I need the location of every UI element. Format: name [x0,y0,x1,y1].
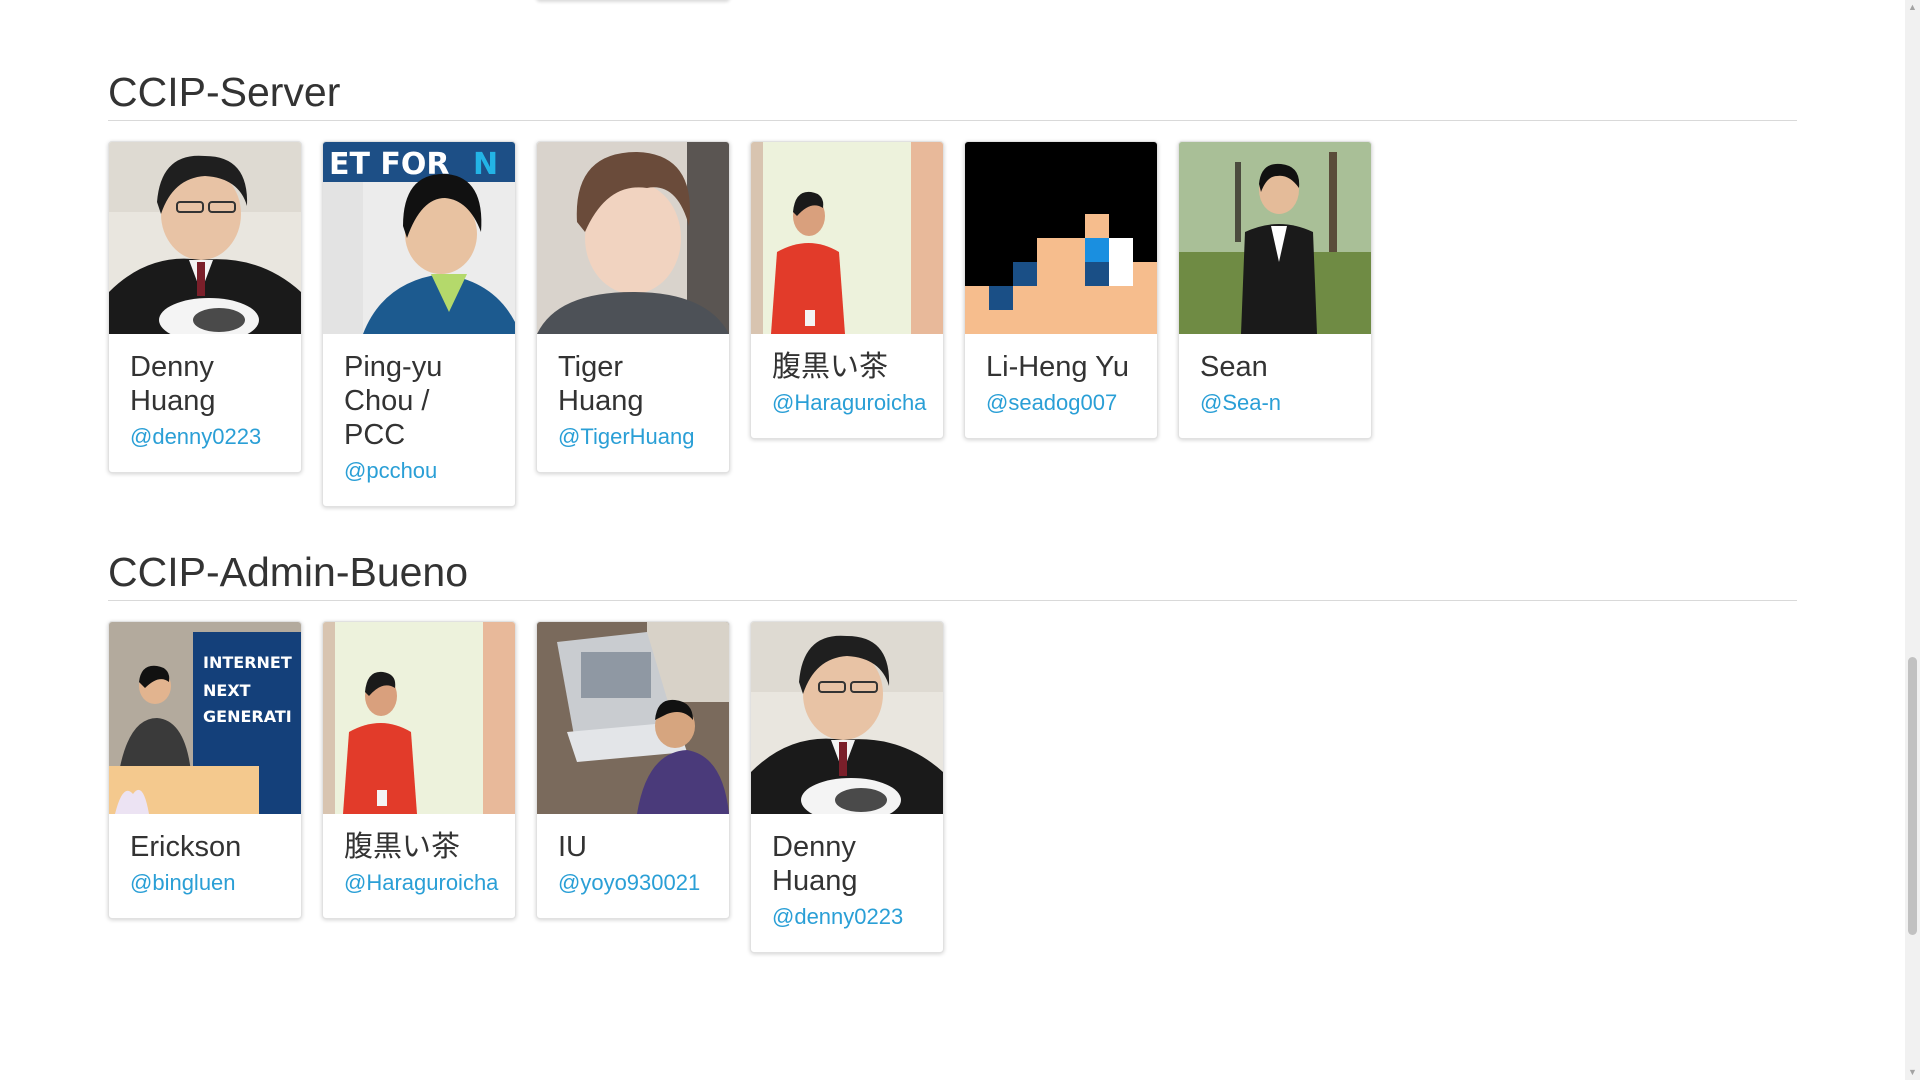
avatar [1179,142,1371,334]
member-handle-link[interactable]: @Haraguroicha [772,388,926,418]
member-handle-link[interactable]: @denny0223 [130,422,281,452]
member-handle-link[interactable]: @Haraguroicha [344,868,498,898]
member-card: Denny Huang @denny0223 [108,141,302,473]
member-handle-link[interactable]: @TigerHuang [558,422,709,452]
team-section-ccip-admin-bueno: CCIP-Admin-Bueno INTERNET NEXT GENERATI Er… [108,545,1797,953]
avatar [537,622,729,814]
vertical-scrollbar[interactable]: ▲ ▼ [1905,0,1920,1080]
avatar [109,142,301,334]
member-name: 腹黒い茶 [344,831,461,863]
member-name: Sean [1200,351,1268,383]
avatar [537,142,729,334]
svg-text:N: N [473,147,498,182]
page: CCIP-Server Denny Huang @denny0223 ET FO… [0,0,1905,1080]
avatar: INTERNET NEXT GENERATI [109,622,301,814]
member-handle-link[interactable]: @yoyo930021 [558,868,709,898]
scrollbar-thumb[interactable] [1908,657,1917,935]
member-name: Denny Huang [772,831,858,897]
member-card: Sean @Sea-n [1178,141,1372,439]
avatar [751,622,943,814]
member-card: 腹黒い茶 @Haraguroicha [322,621,516,919]
member-name: 腹黒い茶 [772,351,889,383]
member-handle-link[interactable]: @Sea-n [1200,388,1351,418]
member-card: ET FOR N Ping-yu Chou / PCC @pcchou [322,141,516,507]
member-card: 腹黒い茶 @Haraguroicha [750,141,944,439]
scroll-down-arrow-icon[interactable]: ▼ [1905,1065,1920,1080]
svg-text:NEXT: NEXT [203,681,251,700]
member-handle-link[interactable]: @bingluen [130,868,281,898]
member-handle-link[interactable]: @denny0223 [772,902,923,932]
section-title: CCIP-Admin-Bueno [108,549,469,595]
avatar [323,622,515,814]
member-card-list: Denny Huang @denny0223 ET FOR N Ping-yu C… [108,141,1372,507]
member-handle-link[interactable]: @seadog007 [986,388,1137,418]
avatar [965,142,1157,334]
section-divider [108,120,1797,121]
section-divider [108,600,1797,601]
team-section-ccip-server: CCIP-Server Denny Huang @denny0223 ET FO… [108,65,1797,507]
member-card: Li-Heng Yu @seadog007 [964,141,1158,439]
member-card-list: INTERNET NEXT GENERATI Erickson @bingluen … [108,621,944,953]
member-name: Tiger Huang [558,351,644,417]
member-name: Li-Heng Yu [986,351,1129,383]
avatar: ET FOR N [323,142,515,334]
member-card: Tiger Huang @TigerHuang [536,141,730,473]
member-card: INTERNET NEXT GENERATI Erickson @bingluen [108,621,302,919]
member-card: Denny Huang @denny0223 [750,621,944,953]
member-handle-link[interactable]: @pcchou [344,456,495,486]
member-name: Erickson [130,831,242,863]
member-name: Denny Huang [130,351,216,417]
member-name: IU [558,831,587,863]
svg-text:INTERNET: INTERNET [203,653,292,672]
member-name: Ping-yu Chou / PCC [344,351,443,451]
avatar [751,142,943,334]
scroll-up-arrow-icon[interactable]: ▲ [1905,0,1920,15]
section-title: CCIP-Server [108,69,341,115]
svg-text:GENERATI: GENERATI [203,707,292,726]
member-card: IU @yoyo930021 [536,621,730,919]
